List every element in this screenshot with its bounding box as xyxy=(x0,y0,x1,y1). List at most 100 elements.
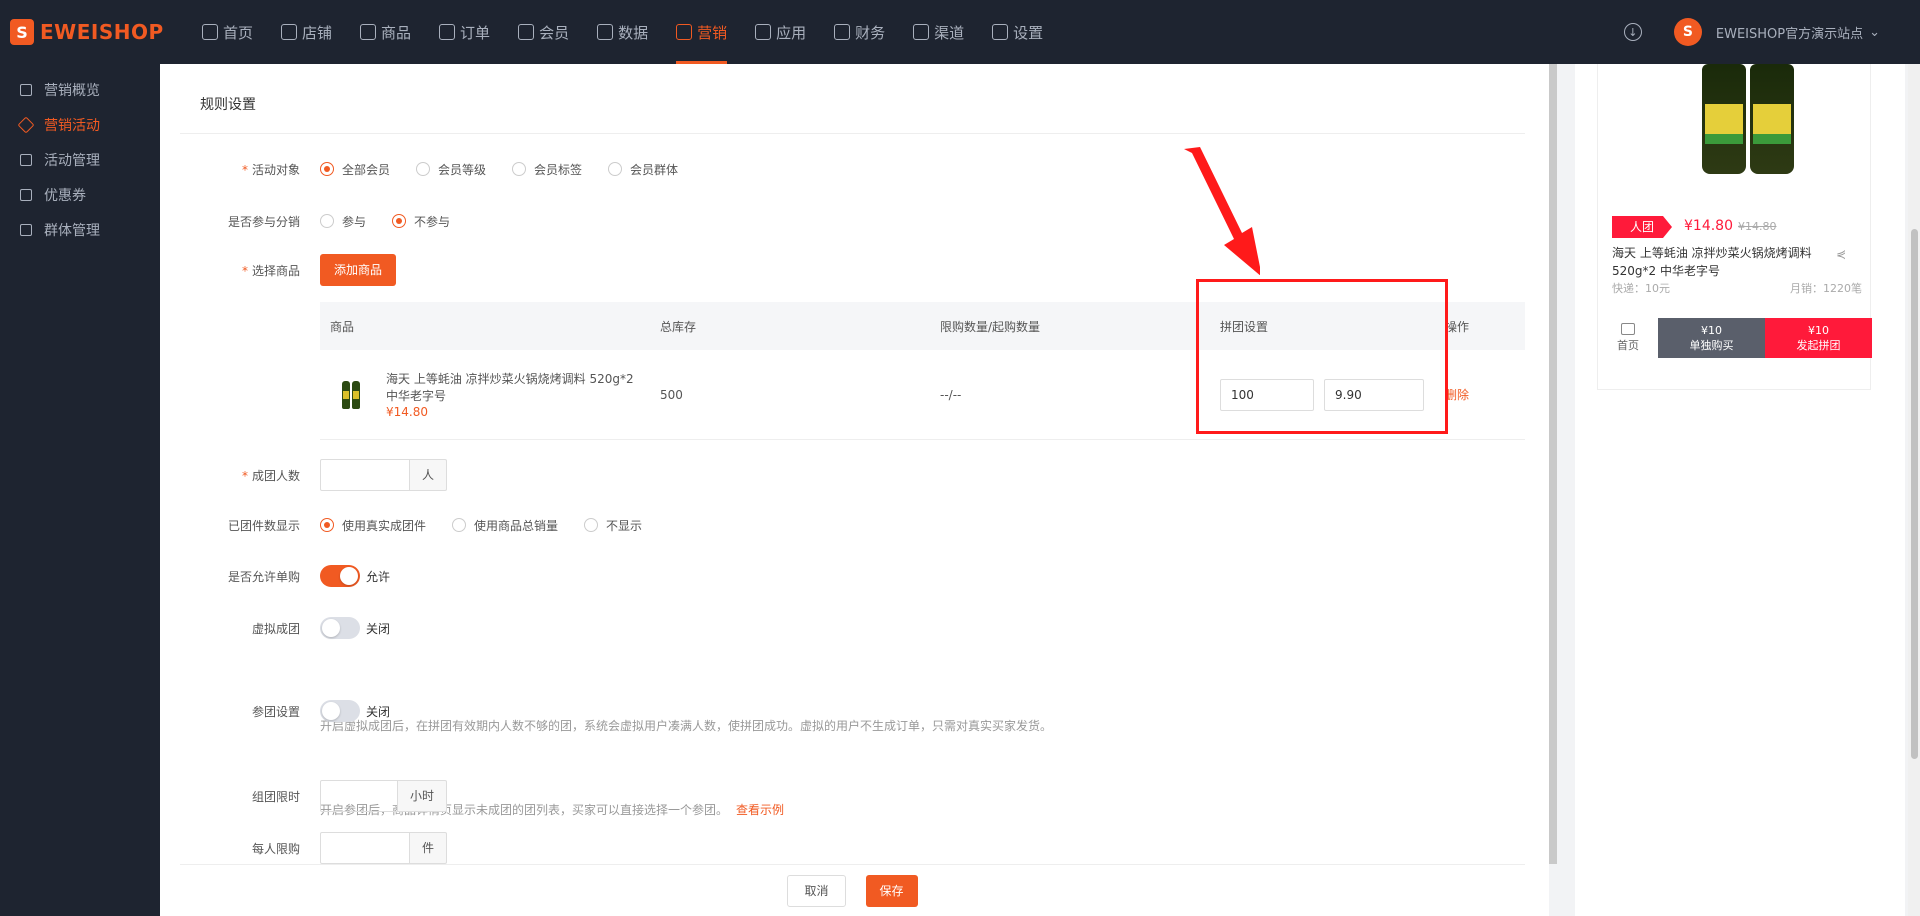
add-goods-button[interactable]: 添加商品 xyxy=(320,254,397,286)
radio-label: 参与 xyxy=(342,214,367,229)
nav-item-7[interactable]: 应用 xyxy=(741,0,820,64)
order-icon xyxy=(439,24,456,40)
radio-label: 全部会员 xyxy=(342,162,391,177)
radio-dot xyxy=(452,518,467,532)
radio-option[interactable]: 会员标签 xyxy=(512,161,582,178)
view-example-link[interactable]: 查看示例 xyxy=(736,801,784,818)
distribution-label: 是否参与分销 xyxy=(227,214,300,229)
cancel-button[interactable]: 取消 xyxy=(787,874,846,907)
radio-label: 会员等级 xyxy=(438,162,487,177)
radio-option[interactable]: 使用商品总销量 xyxy=(452,517,558,534)
sidebar-label: 群体管理 xyxy=(44,222,100,239)
avatar[interactable]: S xyxy=(1673,18,1702,46)
radio-option[interactable]: 会员群体 xyxy=(608,161,678,178)
nav-item-5[interactable]: 数据 xyxy=(583,0,662,64)
per-limit-unit: 件 xyxy=(410,832,448,864)
download-icon[interactable]: ↓ xyxy=(1623,23,1642,41)
single-buy-state: 允许 xyxy=(366,569,391,584)
nav-item-0[interactable]: 首页 xyxy=(188,0,267,64)
col-limit: 限购数量/起购数量 xyxy=(940,319,1041,334)
nav-label: 设置 xyxy=(1013,23,1044,42)
radio-option[interactable]: 使用真实成团件 xyxy=(320,517,426,534)
preview-home-label: 首页 xyxy=(1617,339,1639,352)
page-scrollbar[interactable] xyxy=(1908,64,1920,916)
nav-label: 订单 xyxy=(460,23,491,42)
single-buy-button[interactable]: ¥10 单独购买 xyxy=(1658,318,1765,358)
join-state: 关闭 xyxy=(366,704,391,719)
delete-link[interactable]: 删除 xyxy=(1445,386,1525,403)
site-name[interactable]: EWEISHOP官方演示站点 xyxy=(1716,23,1863,42)
panel-scrollbar[interactable] xyxy=(1549,64,1557,864)
group-badge: 人团 xyxy=(1612,216,1672,238)
radio-dot xyxy=(320,518,334,532)
home-icon xyxy=(202,24,218,40)
display-label: 已团件数显示 xyxy=(227,518,300,533)
preview-shipping: 快递：10元 xyxy=(1612,282,1670,295)
nav-item-8[interactable]: 财务 xyxy=(820,0,899,64)
radio-option[interactable]: 会员等级 xyxy=(416,161,486,178)
radio-option[interactable]: 全部会员 xyxy=(320,161,390,178)
sidebar-label: 营销概览 xyxy=(44,82,100,99)
logo-icon: S xyxy=(10,19,34,45)
single-price: ¥10 xyxy=(1701,324,1722,337)
scrollbar-thumb[interactable] xyxy=(1911,229,1918,759)
group-count-input[interactable] xyxy=(320,459,410,491)
virtual-switch[interactable] xyxy=(320,617,360,639)
save-button[interactable]: 保存 xyxy=(865,874,918,907)
sidebar-icon xyxy=(20,188,32,201)
goods-cell: 海天 上等蚝油 凉拌炒菜火锅烧烤调料 520g*2 中华老字号 ¥14.80 xyxy=(320,371,660,419)
preview-action-bar: 首页 ¥10 单独购买 ¥10 发起拼团 xyxy=(1598,318,1872,358)
radio-label: 不参与 xyxy=(414,214,451,229)
sidebar-item-1[interactable]: 营销活动 xyxy=(0,107,160,142)
single-buy-switch[interactable] xyxy=(320,565,360,587)
radio-option[interactable]: 不参与 xyxy=(392,213,450,230)
time-limit-unit: 小时 xyxy=(398,780,448,812)
target-options: 全部会员 会员等级 会员标签 会员群体 xyxy=(320,161,704,178)
preview-meta: 快递：10元 月销：1220笔 xyxy=(1612,280,1862,296)
nav-item-10[interactable]: 设置 xyxy=(978,0,1057,64)
radio-label: 使用商品总销量 xyxy=(474,518,559,533)
sidebar-item-3[interactable]: 优惠券 xyxy=(0,177,160,212)
nav-item-3[interactable]: 订单 xyxy=(425,0,504,64)
product-price: ¥14.80 xyxy=(386,404,428,419)
preview-title: 海天 上等蚝油 凉拌炒菜火锅烧烤调料 520g*2 中华老字号 xyxy=(1612,246,1812,278)
nav-label: 店铺 xyxy=(302,23,333,42)
per-limit-input[interactable] xyxy=(320,832,410,864)
sidebar-item-2[interactable]: 活动管理 xyxy=(0,142,160,177)
virtual-state: 关闭 xyxy=(366,621,391,636)
join-switch[interactable] xyxy=(320,700,360,722)
app-icon xyxy=(755,24,772,40)
virtual-hint: 开启虚拟成团后，在拼团有效期内人数不够的团，系统会虚拟用户凑满人数，使拼团成功。… xyxy=(320,719,1053,733)
radio-dot xyxy=(320,214,334,228)
radio-option[interactable]: 参与 xyxy=(320,213,366,230)
nav-item-2[interactable]: 商品 xyxy=(346,0,425,64)
product-thumbnail xyxy=(330,375,370,415)
sidebar-item-4[interactable]: 群体管理 xyxy=(0,212,160,247)
channel-icon xyxy=(913,24,930,40)
stock-cell: 500 xyxy=(660,387,683,402)
nav-label: 应用 xyxy=(776,23,807,42)
nav-item-6[interactable]: 营销 xyxy=(662,0,741,64)
nav-item-1[interactable]: 店铺 xyxy=(267,0,346,64)
radio-dot xyxy=(608,162,623,176)
radio-option[interactable]: 不显示 xyxy=(584,517,642,534)
preview-home-button[interactable]: 首页 xyxy=(1598,318,1658,358)
chevron-down-icon[interactable]: ⌄ xyxy=(1869,25,1880,40)
time-limit-input[interactable] xyxy=(320,780,398,812)
col-action: 操作 xyxy=(1445,319,1470,334)
logo[interactable]: S EWEISHOP xyxy=(0,19,180,45)
chart-icon xyxy=(597,24,614,40)
nav-label: 商品 xyxy=(381,23,412,42)
start-group-button[interactable]: ¥10 发起拼团 xyxy=(1765,318,1872,358)
sidebar-label: 营销活动 xyxy=(44,117,100,134)
single-label: 单独购买 xyxy=(1689,339,1734,352)
nav-item-9[interactable]: 渠道 xyxy=(899,0,978,64)
distribution-options: 参与 不参与 xyxy=(320,213,476,230)
nav-item-4[interactable]: 会员 xyxy=(504,0,583,64)
radio-label: 使用真实成团件 xyxy=(342,518,427,533)
section-title: 规则设置 xyxy=(180,74,1525,134)
top-nav-bar: S EWEISHOP 首页 店铺 商品 订单 会员 数据 营销 应用 财务 渠道 设置 ↓ S EW… xyxy=(0,0,1920,64)
preview-old-price: ¥14.80 xyxy=(1738,220,1777,233)
share-icon[interactable]: ⋞ xyxy=(1836,247,1846,261)
sidebar-item-0[interactable]: 营销概览 xyxy=(0,72,160,107)
